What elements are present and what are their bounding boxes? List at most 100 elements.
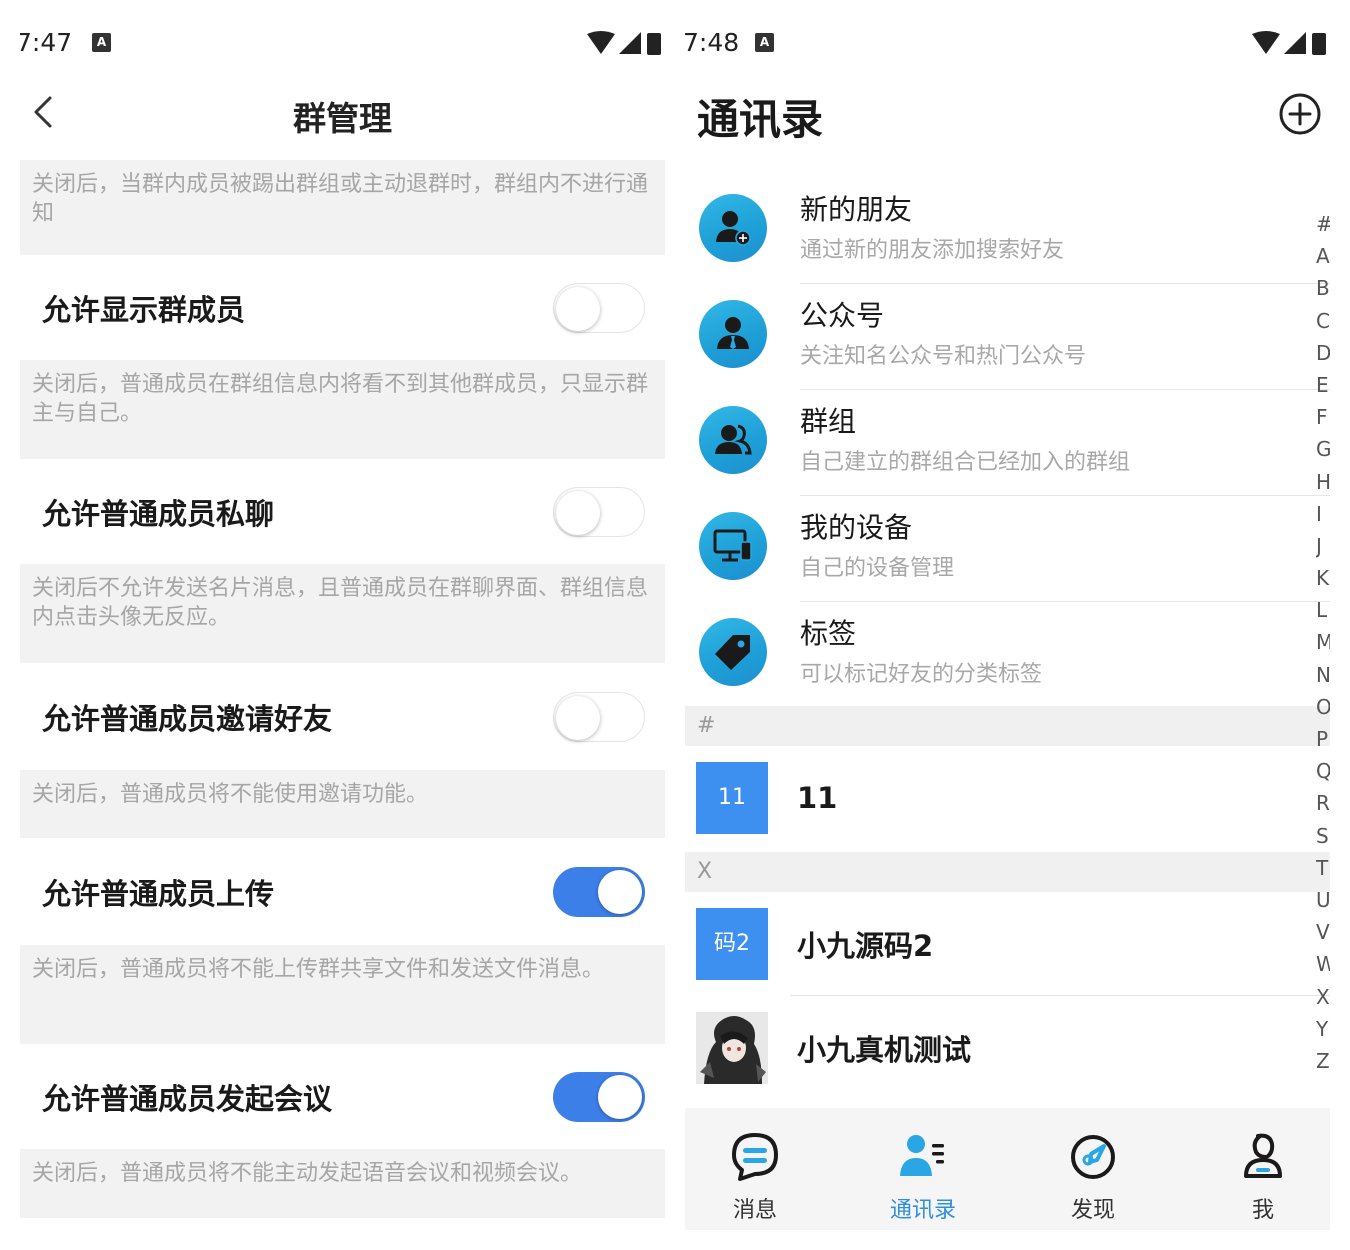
toggle-knob (598, 1074, 642, 1119)
avatar-photo (696, 1012, 768, 1084)
status-bar: 7:47 A (20, 0, 665, 86)
function-item-new-friends[interactable]: 新的朋友 通过新的朋友添加搜索好友 (685, 178, 1330, 284)
nav-bar: 群管理 (20, 86, 665, 146)
index-letter[interactable]: U (1316, 884, 1330, 916)
func-subtitle: 关注知名公众号和热门公众号 (800, 344, 1087, 369)
index-letter[interactable]: W (1316, 948, 1330, 980)
index-letter[interactable]: G (1316, 433, 1330, 465)
func-avatar (699, 512, 767, 580)
group-icon (715, 424, 752, 455)
section-header-hash: # (685, 706, 1330, 746)
signal-icons (587, 31, 661, 55)
toggle-knob (556, 490, 600, 535)
tab-discover[interactable]: 发现 (1023, 1108, 1163, 1230)
section-header-x: X (685, 852, 1330, 892)
setting-description: 关闭后不允许发送名片消息，且普通成员在群聊界面、群组信息内点击头像无反应。 (20, 564, 665, 663)
index-letter[interactable]: S (1316, 820, 1330, 852)
page-title: 群管理 (293, 99, 392, 138)
contact-row[interactable]: 11 11 (685, 746, 1312, 850)
index-letter[interactable]: Z (1316, 1045, 1330, 1077)
setting-row-show-members: 允许显示群成员 (20, 255, 665, 360)
setting-label: 允许普通成员邀请好友 (42, 701, 333, 736)
show-members-toggle[interactable] (553, 282, 645, 333)
tab-label: 发现 (1070, 1198, 1115, 1223)
func-title: 公众号 (800, 299, 885, 332)
tab-label: 我 (1251, 1198, 1274, 1223)
function-item-official-accounts[interactable]: 公众号 关注知名公众号和热门公众号 (685, 284, 1330, 390)
toggle-knob (556, 695, 600, 740)
discover-icon (1071, 1135, 1115, 1179)
index-letter[interactable]: L (1316, 594, 1330, 626)
me-icon (1244, 1133, 1282, 1178)
index-letter[interactable]: D (1316, 337, 1330, 369)
start-meeting-toggle[interactable] (553, 1071, 645, 1122)
message-icon (732, 1133, 778, 1181)
tab-contacts[interactable]: 通讯录 (853, 1108, 993, 1230)
func-avatar (699, 406, 767, 474)
index-letter[interactable]: B (1316, 272, 1330, 304)
index-letter[interactable]: A (1316, 240, 1330, 272)
func-avatar (699, 194, 767, 262)
index-letter[interactable]: C (1316, 305, 1330, 337)
setting-row-private-chat: 允许普通成员私聊 (20, 459, 665, 564)
index-letter[interactable]: T (1316, 852, 1330, 884)
private-chat-toggle[interactable] (553, 486, 645, 537)
setting-label: 允许普通成员发起会议 (42, 1081, 333, 1116)
index-letter[interactable]: P (1316, 723, 1330, 755)
setting-description: 关闭后，普通成员将不能主动发起语音会议和视频会议。 (20, 1149, 665, 1218)
index-letter[interactable]: N (1316, 659, 1330, 691)
function-item-tags[interactable]: 标签 可以标记好友的分类标签 (685, 602, 1312, 708)
index-letter[interactable]: J (1316, 530, 1330, 562)
index-letter[interactable]: Y (1316, 1013, 1330, 1045)
setting-description: 关闭后，当群内成员被踢出群组或主动退群时，群组内不进行通知 (20, 160, 665, 255)
func-title: 我的设备 (800, 511, 913, 544)
func-title: 新的朋友 (800, 193, 913, 226)
avatar: 码2 (696, 908, 768, 980)
contact-row[interactable]: 码2 小九源码2 (685, 892, 1330, 996)
func-title: 群组 (800, 405, 857, 438)
index-letter[interactable]: O (1316, 691, 1330, 723)
official-account-icon (717, 317, 749, 349)
setting-row-start-meeting: 允许普通成员发起会议 (20, 1044, 665, 1149)
index-letter[interactable]: Q (1316, 755, 1330, 787)
notification-icon: A (755, 33, 774, 52)
device-icon (713, 529, 752, 562)
func-subtitle: 可以标记好友的分类标签 (800, 662, 1043, 687)
index-letter[interactable]: M (1316, 626, 1330, 658)
function-item-groups[interactable]: 群组 自己建立的群组合已经加入的群组 (685, 390, 1330, 496)
avatar: 11 (696, 762, 768, 834)
index-letter[interactable]: H (1316, 466, 1330, 498)
status-time: 7:47 (20, 28, 73, 57)
add-friend-icon (716, 211, 751, 246)
setting-label: 允许普通成员私聊 (42, 496, 275, 531)
contacts-icon (900, 1135, 944, 1176)
index-letter[interactable]: R (1316, 787, 1330, 819)
contact-row[interactable]: 小九真机测试 (685, 996, 1312, 1100)
tag-icon (715, 635, 750, 670)
index-letter[interactable]: # (1316, 208, 1330, 240)
tab-me[interactable]: 我 (1193, 1108, 1330, 1230)
index-letter[interactable]: V (1316, 916, 1330, 948)
contacts-screen: 7:48 A 通讯录 新的朋友 通过新的朋友添加搜索好友 公众号 关注知名公众号… (685, 0, 1330, 1250)
notification-icon: A (92, 33, 111, 52)
bottom-tab-bar: 消息 通讯录 发现 我 (685, 1108, 1330, 1230)
func-avatar (699, 618, 767, 686)
alphabet-index[interactable]: #ABCDEFGHIJKLMNOPQRSTUVWXYZ (1316, 208, 1330, 1077)
upload-toggle[interactable] (553, 866, 645, 917)
func-subtitle: 自己的设备管理 (800, 556, 955, 581)
function-item-my-devices[interactable]: 我的设备 自己的设备管理 (685, 496, 1330, 602)
add-circle-icon[interactable] (1278, 92, 1322, 136)
index-letter[interactable]: K (1316, 562, 1330, 594)
index-letter[interactable]: E (1316, 369, 1330, 401)
index-letter[interactable]: F (1316, 401, 1330, 433)
group-management-screen: 7:47 A 群管理 关闭后，当群内成员被踢出群组或主动退群时，群组内不进行通知… (20, 0, 665, 1250)
contact-name: 小九源码2 (797, 929, 934, 963)
invite-friends-toggle[interactable] (553, 691, 645, 742)
contact-name: 11 (797, 781, 838, 815)
tab-messages[interactable]: 消息 (685, 1108, 825, 1230)
setting-description: 关闭后，普通成员将不能使用邀请功能。 (20, 770, 665, 838)
page-title: 通讯录 (697, 95, 824, 144)
toggle-knob (598, 869, 642, 914)
index-letter[interactable]: I (1316, 498, 1330, 530)
index-letter[interactable]: X (1316, 981, 1330, 1013)
